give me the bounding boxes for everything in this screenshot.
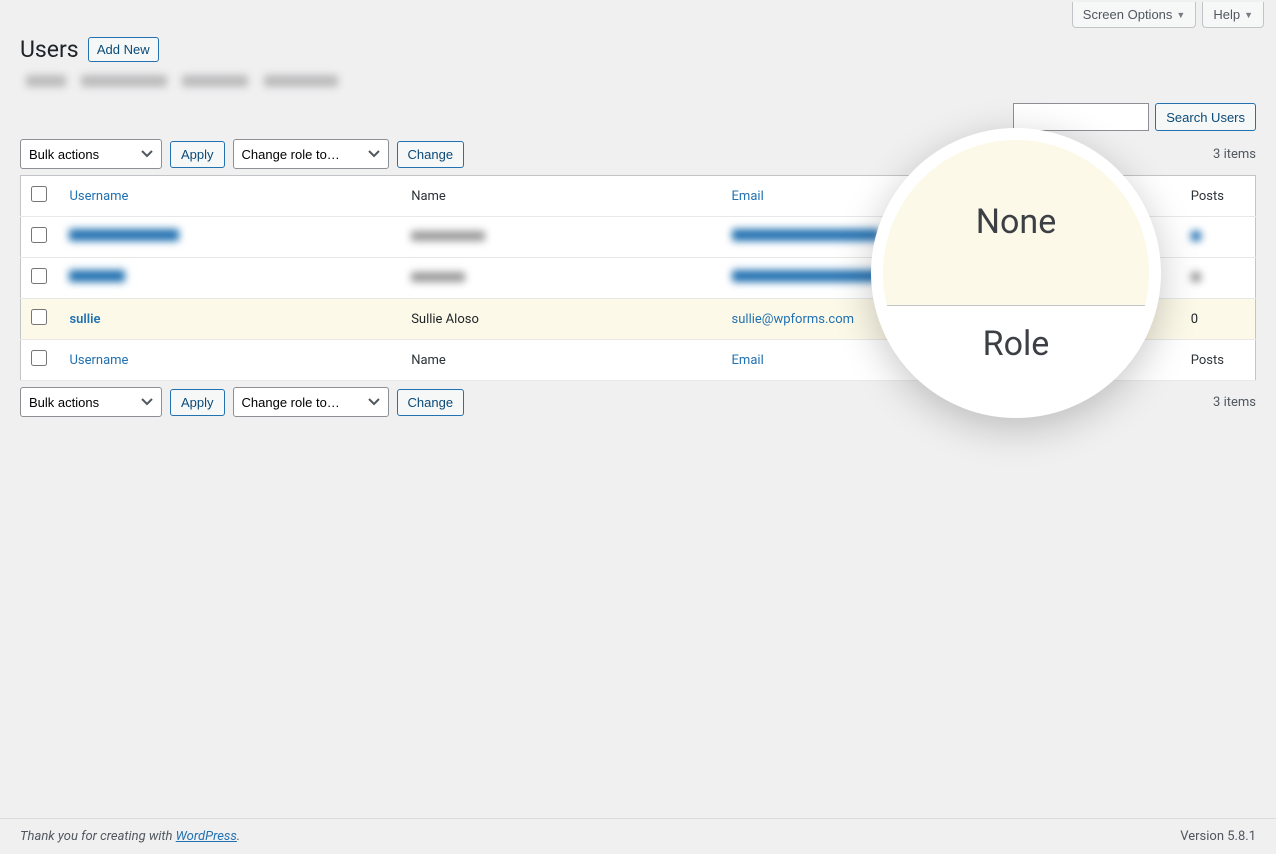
change-role-button-bottom[interactable]: Change	[397, 389, 465, 416]
row-checkbox[interactable]	[31, 268, 47, 284]
col-username-foot[interactable]: Username	[69, 353, 128, 368]
col-email-foot[interactable]: Email	[732, 353, 764, 368]
posts-cell: 0	[1181, 299, 1256, 340]
search-users-button[interactable]: Search Users	[1155, 103, 1256, 131]
footer-thank: Thank you for creating with	[20, 829, 176, 844]
col-username[interactable]: Username	[69, 189, 128, 204]
apply-button-top[interactable]: Apply	[170, 141, 225, 168]
change-role-select-top[interactable]: Change role to…	[233, 139, 389, 169]
col-posts: Posts	[1181, 176, 1256, 217]
screen-options-tab[interactable]: Screen Options ▼	[1072, 2, 1197, 28]
screen-options-label: Screen Options	[1083, 7, 1173, 22]
item-count-bottom: 3 items	[1213, 395, 1256, 410]
wordpress-link[interactable]: WordPress	[176, 829, 237, 844]
add-new-button[interactable]: Add New	[88, 37, 159, 62]
select-all-top[interactable]	[31, 186, 47, 202]
email-link[interactable]: sullie@wpforms.com	[732, 312, 855, 327]
magnifier-top: None	[883, 140, 1149, 305]
page-title: Users	[20, 28, 79, 67]
select-all-bottom[interactable]	[31, 350, 47, 366]
magnifier-callout: None Role	[871, 128, 1161, 418]
help-label: Help	[1213, 7, 1240, 22]
row-checkbox[interactable]	[31, 309, 47, 325]
bulk-actions-select-bottom[interactable]: Bulk actions	[20, 387, 162, 417]
col-name-foot: Name	[401, 340, 721, 381]
bulk-actions-select-top[interactable]: Bulk actions	[20, 139, 162, 169]
row-checkbox[interactable]	[31, 227, 47, 243]
col-name: Name	[401, 176, 721, 217]
item-count-top: 3 items	[1213, 147, 1256, 162]
help-tab[interactable]: Help ▼	[1202, 2, 1264, 28]
filter-links	[20, 75, 1256, 91]
col-posts-foot: Posts	[1181, 340, 1256, 381]
name-cell: Sullie Aloso	[401, 299, 721, 340]
chevron-down-icon: ▼	[1176, 10, 1185, 20]
apply-button-bottom[interactable]: Apply	[170, 389, 225, 416]
chevron-down-icon: ▼	[1244, 10, 1253, 20]
footer: Thank you for creating with WordPress. V…	[0, 818, 1276, 854]
change-role-select-bottom[interactable]: Change role to…	[233, 387, 389, 417]
username-link[interactable]: sullie	[69, 312, 100, 327]
change-role-button-top[interactable]: Change	[397, 141, 465, 168]
version-label: Version 5.8.1	[1180, 829, 1256, 844]
search-input[interactable]	[1013, 103, 1149, 131]
col-email[interactable]: Email	[732, 189, 764, 204]
